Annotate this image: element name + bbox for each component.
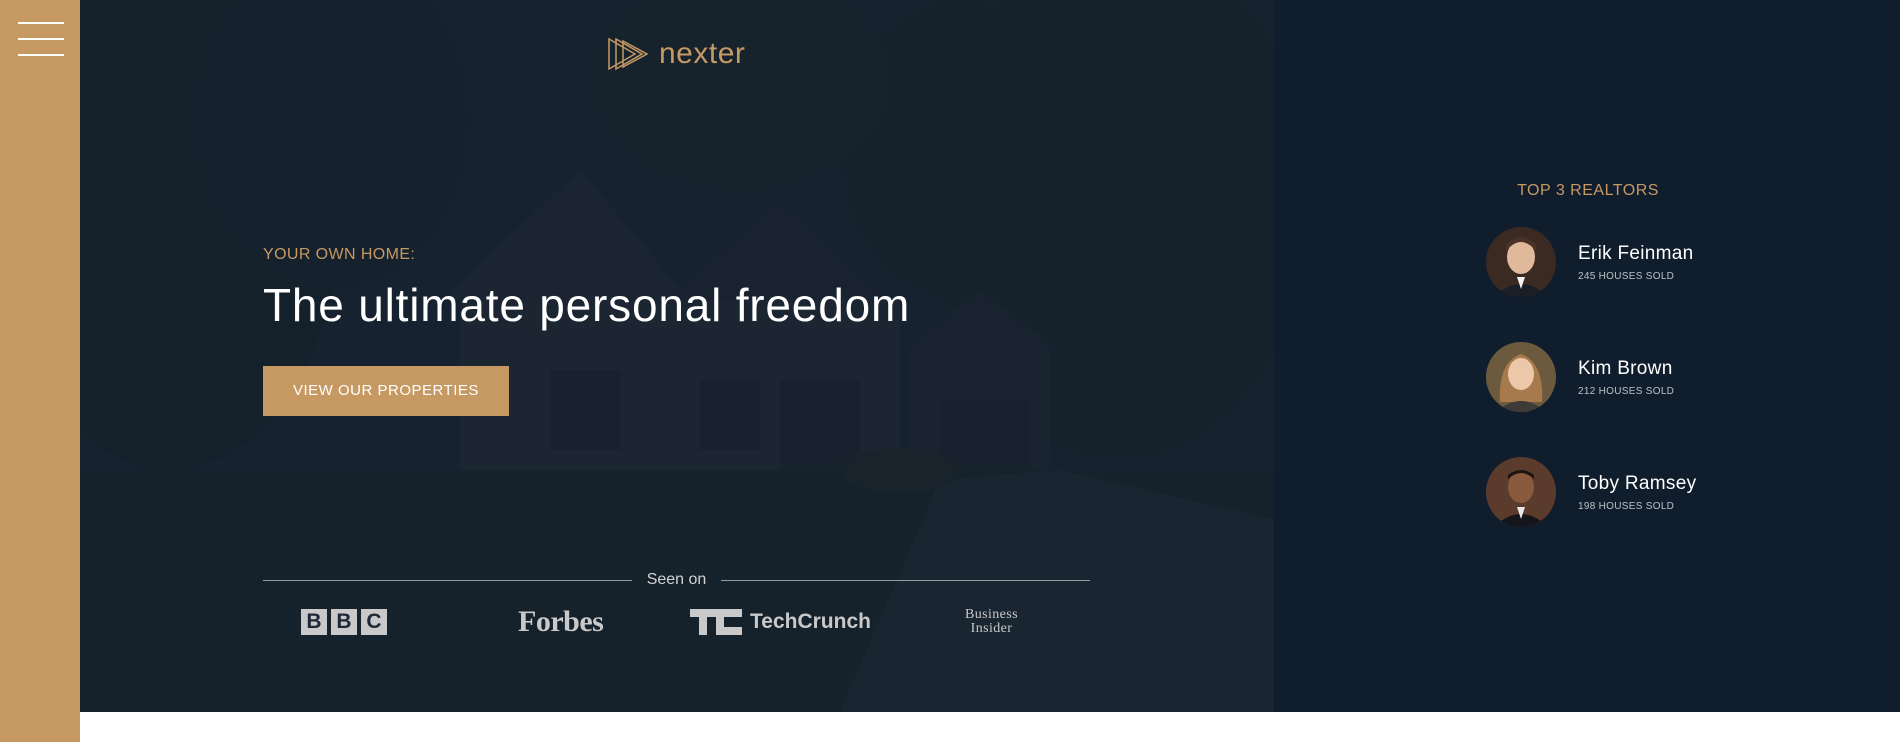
avatar-portrait-icon	[1486, 457, 1556, 527]
business-insider-logo: Business Insider	[965, 604, 1018, 640]
avatar-portrait-icon	[1486, 227, 1556, 297]
realtor-houses-sold: 212 HOUSES SOLD	[1578, 385, 1675, 397]
realtor-avatar	[1486, 342, 1556, 412]
menu-line	[18, 22, 64, 24]
realtor-houses-sold: 245 HOUSES SOLD	[1578, 270, 1675, 282]
nexter-logo-icon	[608, 37, 649, 71]
realtors-title: TOP 3 REALTORS	[1517, 182, 1659, 199]
brand-logo[interactable]: nexter	[607, 34, 745, 74]
press-logos: B B C Forbes TechCrunch Business Insider	[263, 604, 1090, 640]
divider-line	[721, 579, 1091, 581]
menu-line	[18, 54, 64, 56]
hero-section: nexter YOUR OWN HOME: The ultimate perso…	[80, 0, 1274, 712]
seen-on-label: Seen on	[646, 571, 707, 588]
hamburger-menu-icon[interactable]	[18, 22, 64, 56]
hero-eyebrow: YOUR OWN HOME:	[263, 246, 416, 263]
forbes-logo: Forbes	[518, 605, 604, 638]
divider-line	[263, 579, 632, 581]
bbc-logo-letter: B	[331, 609, 357, 635]
realtor-avatar	[1486, 227, 1556, 297]
business-insider-line: Business	[965, 607, 1018, 622]
view-properties-button[interactable]: VIEW OUR PROPERTIES	[263, 366, 509, 416]
techcrunch-wordmark: TechCrunch	[750, 610, 871, 633]
brand-name: nexter	[659, 37, 746, 70]
realtors-panel: TOP 3 REALTORS Erik Feinman 245 HOUSES S…	[1274, 0, 1900, 712]
bbc-logo: B B C	[301, 604, 387, 640]
realtor-info: Kim Brown 212 HOUSES SOLD	[1578, 358, 1674, 397]
business-insider-line: Insider	[970, 621, 1013, 636]
realtor-card[interactable]: Toby Ramsey 198 HOUSES SOLD	[1486, 456, 1846, 528]
hero-headline: The ultimate personal freedom	[263, 279, 911, 331]
menu-line	[18, 38, 64, 40]
techcrunch-mark-icon	[690, 609, 742, 635]
seen-on-divider: Seen on	[263, 566, 1091, 594]
realtor-card[interactable]: Kim Brown 212 HOUSES SOLD	[1486, 341, 1846, 413]
avatar-portrait-icon	[1486, 342, 1556, 412]
realtor-name: Erik Feinman	[1578, 242, 1694, 264]
realtor-info: Toby Ramsey 198 HOUSES SOLD	[1578, 473, 1696, 512]
realtor-card[interactable]: Erik Feinman 245 HOUSES SOLD	[1486, 226, 1846, 298]
bbc-logo-letter: B	[301, 609, 327, 635]
sidebar	[0, 0, 80, 742]
bbc-logo-letter: C	[361, 609, 387, 635]
hero-content: YOUR OWN HOME: The ultimate personal fre…	[263, 246, 910, 416]
realtor-houses-sold: 198 HOUSES SOLD	[1578, 500, 1675, 512]
techcrunch-logo: TechCrunch	[690, 604, 871, 640]
realtor-avatar	[1486, 457, 1556, 527]
realtor-name: Toby Ramsey	[1578, 472, 1697, 494]
realtor-info: Erik Feinman 245 HOUSES SOLD	[1578, 243, 1694, 282]
realtor-name: Kim Brown	[1578, 357, 1673, 379]
